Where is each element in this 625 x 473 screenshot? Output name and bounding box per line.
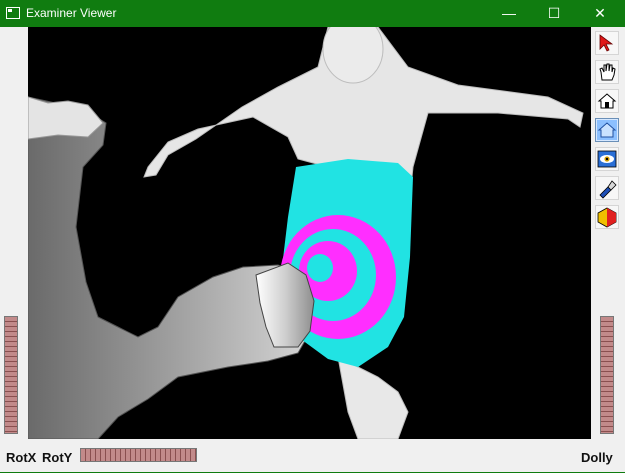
leg-shape (337, 356, 409, 439)
roty-thumbwheel[interactable] (80, 448, 197, 462)
rotx-label: RotX (6, 450, 37, 465)
scene-render (28, 27, 584, 439)
set-home-icon[interactable] (595, 118, 619, 142)
home-icon[interactable] (595, 89, 619, 113)
toe-shape (28, 96, 104, 140)
view-all-icon[interactable] (595, 147, 619, 171)
dolly-thumbwheel[interactable] (600, 316, 614, 434)
hand-icon[interactable] (595, 60, 619, 84)
left-panel (0, 27, 28, 439)
flashlight-icon[interactable] (595, 176, 619, 200)
close-button[interactable]: ✕ (577, 0, 623, 27)
dolly-label: Dolly (581, 450, 613, 465)
rotx-thumbwheel[interactable] (4, 316, 18, 434)
texture-center (307, 254, 333, 282)
window-title: Examiner Viewer (26, 6, 117, 20)
title-bar: Examiner Viewer — ☐ ✕ (0, 0, 625, 27)
right-toolbar (591, 27, 625, 439)
roty-label: RotY (42, 450, 73, 465)
3d-viewport[interactable] (28, 27, 591, 439)
minimize-button[interactable]: — (486, 0, 532, 27)
bottom-bar: RotX RotY Dolly (0, 439, 625, 473)
select-arrow-icon[interactable] (595, 31, 619, 55)
perspective-icon[interactable] (595, 205, 619, 229)
maximize-button[interactable]: ☐ (531, 0, 577, 27)
app-window-icon (6, 7, 20, 19)
